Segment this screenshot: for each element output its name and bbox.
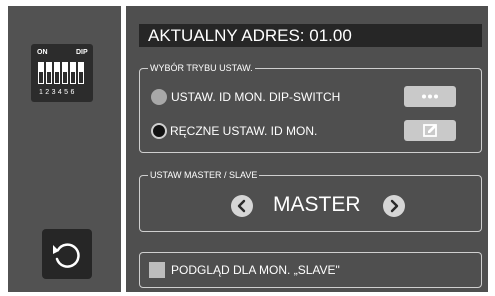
dip-on-label: ON [37, 49, 48, 56]
dip-switch-2 [46, 62, 52, 84]
edit-icon [423, 124, 437, 137]
radio-dip-switch-label: USTAW. ID MON. DIP-SWITCH [171, 90, 341, 104]
chevron-left-icon [237, 199, 246, 213]
dip-label: DIP [76, 49, 88, 56]
dip-switch-3 [54, 62, 60, 84]
master-slave-value: MASTER [273, 193, 361, 216]
dip-switch-5 [70, 62, 76, 84]
dip-switch-settings-button[interactable] [404, 86, 456, 107]
radio-option-manual[interactable]: RĘCZNE USTAW. ID MON. [151, 123, 317, 139]
mode-group-legend: WYBÓR TRYBU USTAW. [148, 63, 255, 74]
ellipsis-icon [422, 94, 438, 99]
chevron-right-icon [390, 199, 399, 213]
manual-edit-button[interactable] [404, 120, 456, 141]
master-slave-legend: USTAW MASTER / SLAVE [148, 170, 260, 181]
dip-switch-4 [62, 62, 68, 84]
dip-switch-icon: ON DIP 123456 [31, 44, 93, 102]
dip-switch-6 [78, 62, 84, 84]
dip-switch-1 [38, 62, 44, 84]
page-title: AKTUALNY ADRES: 01.00 [139, 24, 482, 47]
dip-numbers: 123456 [39, 89, 77, 96]
radio-manual[interactable] [151, 123, 167, 139]
slave-preview-label: PODGLĄD DLA MON. „SLAVE" [171, 263, 340, 277]
settings-screen: ON DIP 123456 AKTUALNY ADRES: 01.00 WYBÓ… [0, 0, 495, 296]
radio-dip-switch[interactable] [151, 89, 167, 105]
slave-preview-checkbox[interactable] [149, 262, 165, 278]
radio-option-dip-switch[interactable]: USTAW. ID MON. DIP-SWITCH [151, 89, 340, 105]
back-button[interactable] [42, 229, 92, 279]
prev-mode-button[interactable] [231, 195, 253, 217]
radio-manual-label: RĘCZNE USTAW. ID MON. [170, 124, 318, 138]
next-mode-button[interactable] [383, 195, 405, 217]
rotate-ccw-icon [53, 243, 80, 268]
